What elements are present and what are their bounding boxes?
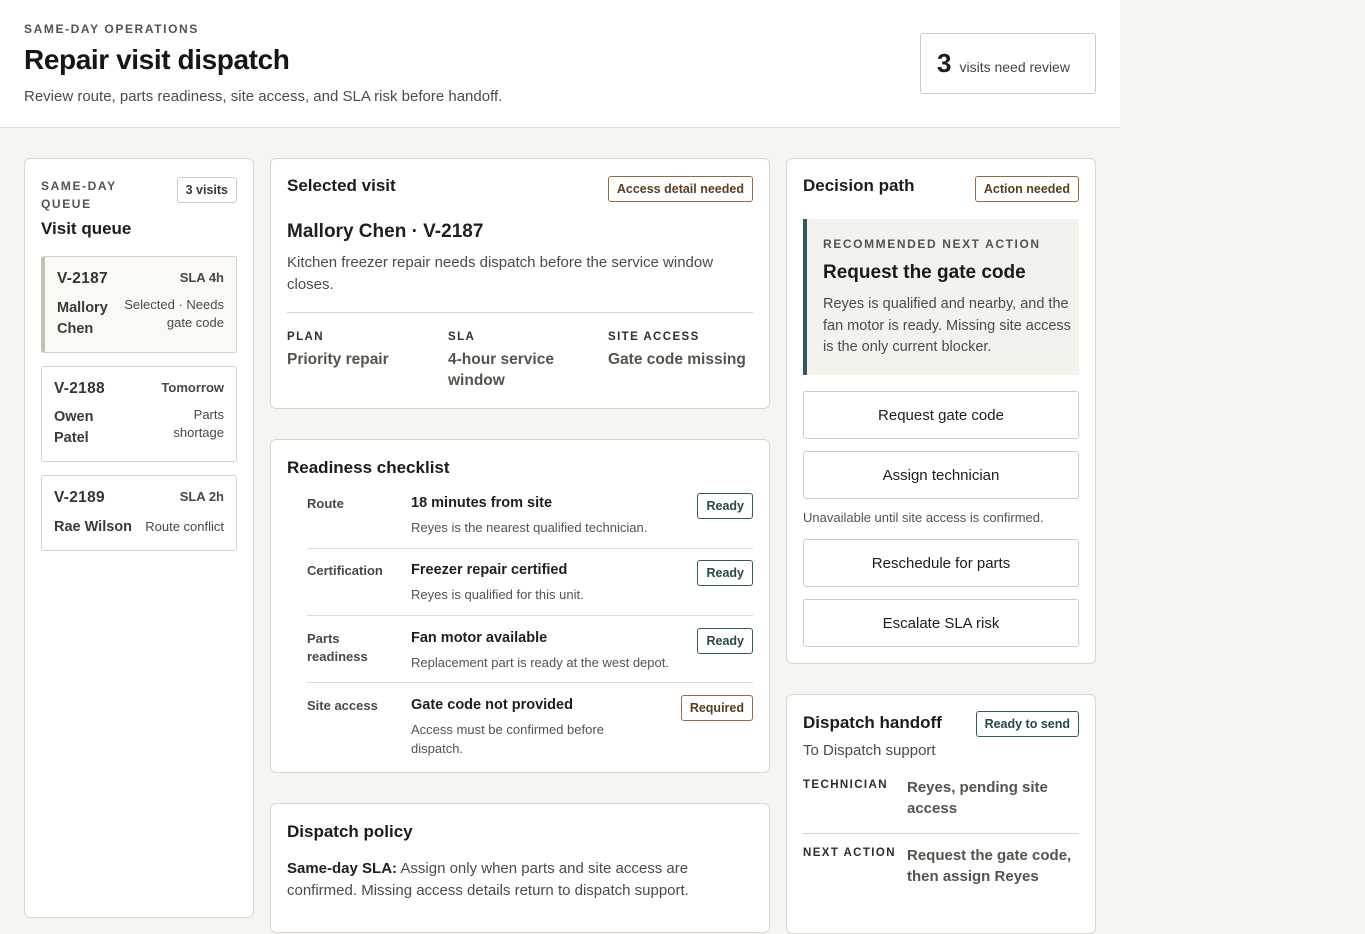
ready-badge: Ready xyxy=(697,560,753,586)
check-detail: Replacement part is ready at the west de… xyxy=(411,655,669,670)
handoff-recipient: To Dispatch support xyxy=(803,742,936,759)
assign-unavailable-note: Unavailable until site access is confirm… xyxy=(803,510,1044,525)
policy-title: Dispatch policy xyxy=(287,822,413,841)
checklist-title: Readiness checklist xyxy=(287,458,450,477)
decision-path-card: Decision path Action needed RECOMMENDED … xyxy=(786,158,1096,664)
check-title: Fan motor available xyxy=(411,630,548,646)
row-divider xyxy=(307,615,753,616)
escalate-sla-risk-button[interactable]: Escalate SLA risk xyxy=(803,599,1079,647)
access-status-badge: Access detail needed xyxy=(607,176,753,202)
row-divider xyxy=(307,682,753,683)
selected-visit-card: Selected visit Access detail needed Mall… xyxy=(270,158,770,409)
visit-status: Route conflict xyxy=(145,519,224,534)
visit-id: V-2188 xyxy=(54,380,105,397)
customer-heading: Mallory Chen · V-2187 xyxy=(287,221,484,242)
queue-item-v2187[interactable]: V-2187 SLA 4h Mallory Chen Selected · Ne… xyxy=(41,256,237,353)
meta-label: PLAN xyxy=(287,331,324,343)
check-detail: Access must be confirmed before dispatch… xyxy=(411,722,604,756)
recommended-action: RECOMMENDED NEXT ACTION Request the gate… xyxy=(803,219,1079,375)
decision-title: Decision path xyxy=(803,176,915,195)
action-needed-badge: Action needed xyxy=(974,176,1079,202)
rec-eyebrow: RECOMMENDED NEXT ACTION xyxy=(823,237,1041,251)
check-label: Route xyxy=(307,496,344,511)
visit-sla: SLA 4h xyxy=(179,270,224,285)
page-header: SAME-DAY OPERATIONS Repair visit dispatc… xyxy=(0,0,1120,128)
ready-badge: Ready xyxy=(697,493,753,519)
page-title: Repair visit dispatch xyxy=(24,44,290,75)
queue-title: Visit queue xyxy=(41,219,132,238)
meta-label: SLA xyxy=(448,331,476,343)
check-row-certification: Certification Freezer repair certified R… xyxy=(307,560,789,612)
reschedule-for-parts-button[interactable]: Reschedule for parts xyxy=(803,539,1079,587)
handoff-label: NEXT ACTION xyxy=(803,847,896,859)
check-label: Certification xyxy=(307,563,383,578)
rec-text: Reyes is qualified and nearby, and the f… xyxy=(823,296,1071,355)
check-row-route: Route 18 minutes from site Reyes is the … xyxy=(307,493,789,545)
row-divider xyxy=(307,548,753,549)
policy-text: Same-day SLA: Assign only when parts and… xyxy=(287,858,757,902)
handoff-divider xyxy=(803,833,1079,834)
check-row-parts: Parts readiness Fan motor available Repl… xyxy=(307,628,789,680)
policy-lead: Same-day SLA: xyxy=(287,860,398,877)
dispatch-handoff-card: Dispatch handoff Ready to send To Dispat… xyxy=(786,694,1096,934)
meta-site-access: SITE ACCESS Gate code missing xyxy=(608,331,758,370)
visit-sla: Tomorrow xyxy=(161,380,224,395)
meta-sla: SLA 4-hour service window xyxy=(448,331,588,391)
handoff-value: Reyes, pending site access xyxy=(907,779,1048,817)
readiness-checklist-card: Readiness checklist Route 18 minutes fro… xyxy=(270,439,770,773)
required-badge: Required xyxy=(680,695,753,721)
check-detail: Reyes is the nearest qualified technicia… xyxy=(411,520,648,535)
ready-to-send-badge: Ready to send xyxy=(975,711,1079,737)
rec-title: Request the gate code xyxy=(823,262,1026,283)
visit-id: V-2187 xyxy=(57,270,108,287)
handoff-value: Request the gate code, then assign Reyes xyxy=(907,847,1072,885)
meta-label: SITE ACCESS xyxy=(608,331,700,343)
header-eyebrow: SAME-DAY OPERATIONS xyxy=(24,22,199,36)
visit-status: Parts shortage xyxy=(173,407,224,440)
handoff-label: TECHNICIAN xyxy=(803,779,888,791)
queue-count-badge: 3 visits xyxy=(176,177,237,203)
ready-badge: Ready xyxy=(697,628,753,654)
check-title: Gate code not provided xyxy=(411,697,573,713)
meta-value: Priority repair xyxy=(287,351,389,368)
review-label: visits need review xyxy=(959,58,1070,75)
meta-value: 4-hour service window xyxy=(448,351,554,389)
assign-technician-button[interactable]: Assign technician xyxy=(803,451,1079,499)
check-title: 18 minutes from site xyxy=(411,495,553,511)
request-gate-code-button[interactable]: Request gate code xyxy=(803,391,1079,439)
check-title: Freezer repair certified xyxy=(411,562,568,578)
check-detail: Reyes is qualified for this unit. xyxy=(411,587,584,602)
visit-sla: SLA 2h xyxy=(179,489,224,504)
handoff-title: Dispatch handoff xyxy=(803,713,942,732)
check-label: Site access xyxy=(307,698,378,713)
customer-name: Owen Patel xyxy=(54,409,94,446)
queue-eyebrow: SAME-DAY QUEUE xyxy=(41,179,117,211)
dispatch-policy-card: Dispatch policy Same-day SLA: Assign onl… xyxy=(270,803,770,933)
review-summary: 3 visits need review xyxy=(920,33,1096,94)
meta-plan: PLAN Priority repair xyxy=(287,331,437,370)
visit-status: Selected · Needs gate code xyxy=(124,297,224,330)
check-label: Parts readiness xyxy=(307,631,368,664)
queue-item-v2189[interactable]: V-2189 SLA 2h Rae Wilson Route conflict xyxy=(41,475,237,551)
visit-id: V-2189 xyxy=(54,489,105,506)
meta-value: Gate code missing xyxy=(608,351,746,368)
review-count: 3 xyxy=(937,48,952,78)
visit-description: Kitchen freezer repair needs dispatch be… xyxy=(287,254,714,293)
summary-divider xyxy=(287,312,753,313)
selected-visit-title: Selected visit xyxy=(287,176,396,195)
visit-queue-panel: SAME-DAY QUEUE 3 visits Visit queue V-21… xyxy=(24,158,254,918)
queue-item-v2188[interactable]: V-2188 Tomorrow Owen Patel Parts shortag… xyxy=(41,366,237,462)
page-subtitle: Review route, parts readiness, site acce… xyxy=(24,88,503,105)
check-row-site-access: Site access Gate code not provided Acces… xyxy=(307,695,789,757)
